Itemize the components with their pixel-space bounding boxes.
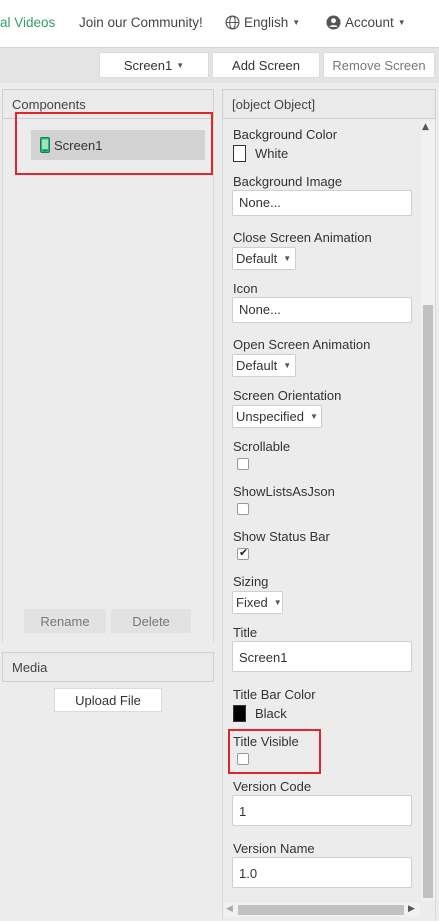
icon-picker[interactable]: None... <box>232 297 412 323</box>
properties-scrollbar-thumb[interactable] <box>423 305 433 898</box>
language-menu[interactable]: English ▼ <box>225 15 300 30</box>
close-screen-animation-label: Close Screen Animation <box>233 230 372 245</box>
open-screen-animation-value: Default <box>236 358 278 373</box>
icon-label: Icon <box>233 281 258 296</box>
account-icon <box>326 15 341 30</box>
show-status-bar-label: Show Status Bar <box>233 529 330 544</box>
scrollable-label: Scrollable <box>233 439 291 454</box>
show-status-bar-checkbox[interactable] <box>237 546 249 560</box>
media-panel-title: Media <box>2 652 214 682</box>
account-label: Account <box>345 15 394 30</box>
background-color-value[interactable]: White <box>255 146 288 161</box>
components-panel <box>2 119 214 642</box>
close-screen-animation-select[interactable]: Default ▼ <box>232 247 296 270</box>
background-color-label: Background Color <box>233 127 338 142</box>
open-screen-animation-select[interactable]: Default ▼ <box>232 354 296 377</box>
background-color-swatch[interactable] <box>233 145 246 162</box>
remove-screen-button[interactable]: Remove Screen <box>323 52 435 78</box>
chevron-down-icon: ▼ <box>292 18 301 27</box>
screen-orientation-select[interactable]: Unspecified ▼ <box>232 405 322 428</box>
delete-button[interactable]: Delete <box>111 609 191 633</box>
chevron-down-icon: ▼ <box>309 412 318 421</box>
title-input[interactable]: Screen1 <box>232 641 412 672</box>
chevron-down-icon: ▼ <box>283 254 292 263</box>
upload-file-button[interactable]: Upload File <box>54 688 162 712</box>
language-label: English <box>244 15 289 30</box>
nav-tutorial-videos-link[interactable]: al Videos <box>0 15 55 30</box>
title-label: Title <box>233 625 258 640</box>
version-name-label: Version Name <box>233 841 315 856</box>
properties-hscrollbar-thumb[interactable] <box>238 905 404 915</box>
sizing-select[interactable]: Fixed ▼ <box>232 591 283 614</box>
scroll-right-arrow-icon[interactable]: ▶ <box>408 904 415 914</box>
show-lists-as-json-label: ShowListsAsJson <box>233 484 335 499</box>
version-code-input[interactable]: 1 <box>232 795 412 826</box>
scrollable-checkbox[interactable] <box>237 458 249 470</box>
account-menu[interactable]: Account ▼ <box>326 15 406 30</box>
media-panel <box>2 682 214 920</box>
background-image-label: Background Image <box>233 174 343 189</box>
scroll-up-arrow-icon[interactable]: ▲ <box>422 122 429 132</box>
show-lists-as-json-checkbox[interactable] <box>237 503 249 515</box>
globe-icon <box>225 15 240 30</box>
title-bar-color-label: Title Bar Color <box>233 687 316 702</box>
title-bar-color-swatch[interactable] <box>233 705 246 722</box>
screen-select[interactable]: Screen1 ▼ <box>99 52 209 78</box>
sizing-label: Sizing <box>233 574 269 589</box>
properties-panel-title: [object Object] <box>222 89 436 119</box>
nav-community-link[interactable]: Join our Community! <box>79 15 203 30</box>
designer-toolbar: Screen1 ▼ Add Screen Remove Screen <box>0 47 439 83</box>
screen-orientation-value: Unspecified <box>236 409 304 424</box>
chevron-down-icon: ▼ <box>176 60 185 70</box>
close-screen-animation-value: Default <box>236 251 278 266</box>
background-image-picker[interactable]: None... <box>232 190 412 216</box>
title-bar-color-value[interactable]: Black <box>255 706 287 721</box>
highlight-box-title-visible <box>228 729 321 774</box>
open-screen-animation-label: Open Screen Animation <box>233 337 371 352</box>
screen-orientation-label: Screen Orientation <box>233 388 342 403</box>
screen-select-label: Screen1 <box>123 57 173 73</box>
chevron-down-icon: ▼ <box>283 361 292 370</box>
sizing-value: Fixed <box>236 595 268 610</box>
version-name-input[interactable]: 1.0 <box>232 857 412 888</box>
chevron-down-icon: ▼ <box>273 598 282 607</box>
top-nav: al Videos Join our Community! English ▼ A… <box>0 0 439 47</box>
add-screen-button[interactable]: Add Screen <box>212 52 320 78</box>
chevron-down-icon: ▼ <box>397 18 406 27</box>
version-code-label: Version Code <box>233 779 312 794</box>
rename-button[interactable]: Rename <box>24 609 106 633</box>
scroll-left-arrow-icon[interactable]: ◀ <box>226 904 233 914</box>
highlight-box-screen1 <box>15 112 213 175</box>
